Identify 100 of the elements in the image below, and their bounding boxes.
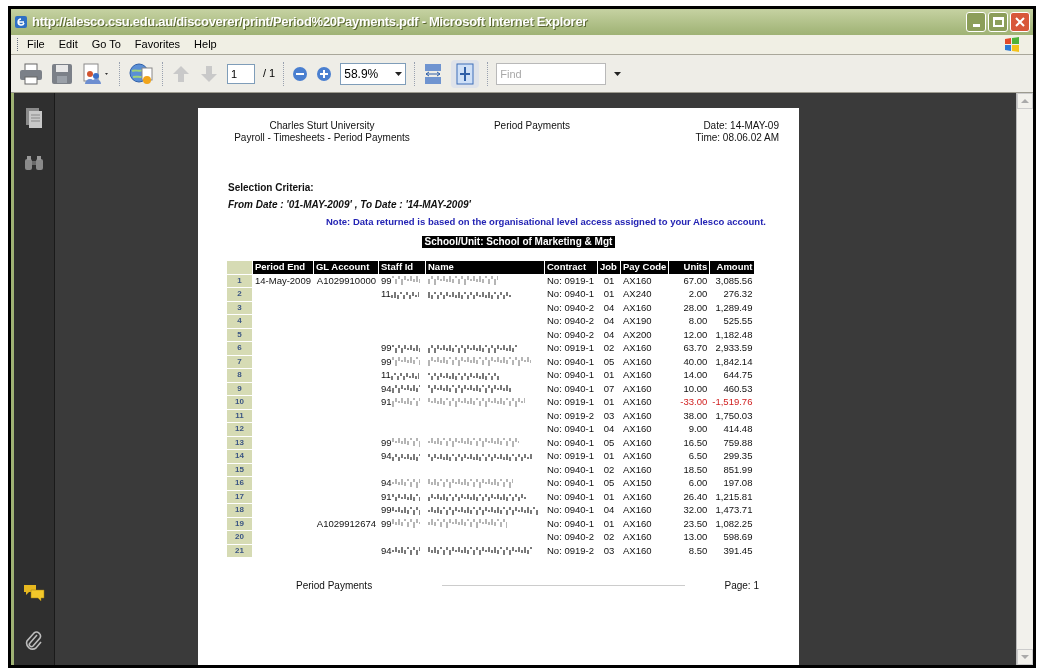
table-cell-text: AX160 [622, 274, 653, 287]
minimize-button[interactable] [966, 12, 986, 32]
table-cell-text: No: 0940-1 [546, 355, 595, 368]
table-cell-text: AX160 [622, 544, 653, 557]
redaction-blur [391, 344, 420, 353]
table-cell-text: 3,085.56 [714, 274, 754, 287]
table-cell-text: 8.00 [687, 315, 709, 328]
save-icon[interactable] [51, 62, 73, 85]
table-cell-text: 01 [602, 450, 616, 463]
caret-icon[interactable] [395, 71, 403, 76]
table-cell-text: No: 0940-2 [546, 315, 595, 328]
staff-id-text: 99 [381, 342, 392, 353]
table-cell-text: 1,215.81 [714, 490, 754, 503]
caret-icon[interactable] [614, 71, 622, 76]
staff-id-text: 99 [381, 436, 392, 448]
page-count: / 1 [263, 66, 276, 82]
table-cell-text: 1,842.14 [714, 355, 754, 368]
table-cell-text: AX160 [622, 490, 653, 503]
table-cell-text: 276.32 [722, 288, 754, 301]
page-label: Page: 1 [724, 579, 759, 593]
table-cell-text: AX160 [622, 504, 653, 517]
close-icon [1014, 16, 1026, 28]
table-cell-text: AX160 [622, 436, 653, 449]
table-cell-text: 40.00 [682, 355, 709, 368]
row-number: 12 [227, 423, 252, 436]
table-cell-text: No: 0919-2 [546, 544, 595, 557]
binoculars-icon[interactable] [24, 155, 44, 171]
table-cell-text: 04 [602, 423, 616, 436]
page-number-field[interactable]: 1 [227, 63, 255, 84]
close-button[interactable] [1010, 12, 1030, 32]
table-cell-text: No: 0940-1 [546, 423, 595, 436]
table-cell-text: 03 [602, 544, 616, 557]
paperclip-icon[interactable] [25, 629, 43, 651]
staff-id-text: 94 [381, 450, 392, 461]
column-header: Period End [253, 261, 313, 274]
staff-id-text: 11 [381, 369, 391, 380]
row-number: 19 [227, 517, 252, 530]
table-cell-text: 197.08 [722, 477, 754, 490]
scrollbar[interactable] [1016, 93, 1033, 665]
row-number: 11 [227, 409, 252, 422]
table-cell-text: 01 [602, 369, 616, 382]
table-cell-text: 851.99 [722, 463, 754, 476]
column-header: Amount [710, 261, 755, 274]
zoom-in-icon[interactable] [316, 65, 333, 82]
scroll-down-icon[interactable] [1021, 654, 1029, 660]
staff-id-text: 99 [381, 274, 392, 286]
criteria-label: Selection Criteria: [228, 182, 314, 194]
staff-id-text: 99 [381, 355, 392, 367]
find-field[interactable]: Find [496, 62, 607, 85]
table-cell-text: AX160 [622, 355, 653, 368]
windows-logo-icon [1003, 36, 1021, 53]
row-number: 13 [227, 436, 252, 449]
fit-page-icon[interactable] [451, 59, 480, 88]
zoom-field[interactable]: 58.9% [340, 62, 407, 85]
table-cell-text: 04 [602, 328, 616, 341]
people-icon[interactable] [81, 62, 111, 85]
maximize-button[interactable] [988, 12, 1008, 32]
menu-item[interactable]: File [27, 36, 45, 53]
row-number: 2 [227, 288, 252, 301]
table-cell-text: No: 0940-1 [546, 369, 595, 382]
table-cell-text: 414.48 [722, 423, 754, 436]
table-cell-text: No: 0940-1 [546, 288, 595, 301]
row-number: 14 [227, 450, 252, 463]
staff-id-text: 94 [381, 382, 392, 394]
column-header: Name [426, 261, 544, 274]
fit-width-icon[interactable] [423, 62, 444, 85]
print-icon[interactable] [19, 62, 43, 85]
comments-icon[interactable] [23, 583, 45, 603]
table-cell-text: 13.00 [682, 531, 709, 544]
row-number: 3 [227, 301, 252, 314]
table-cell-text: 05 [602, 436, 616, 449]
table-cell-text: AX160 [622, 342, 653, 355]
school-unit-label: School/Unit: School of Marketing & Mgt [421, 236, 616, 248]
table-cell-text: AX240 [622, 288, 653, 301]
table-cell-text: 14-May-2009 [254, 274, 312, 287]
column-header: Job [598, 261, 620, 274]
menu-item[interactable]: Favorites [134, 36, 181, 53]
table-cell-text: 02 [602, 342, 616, 355]
menu-item[interactable]: Edit [58, 36, 78, 53]
table-cell-text: 02 [602, 463, 616, 476]
table-cell-text: 03 [602, 409, 616, 422]
table-cell-text: 14.00 [682, 369, 709, 382]
row-number: 4 [227, 315, 252, 328]
zoom-out-icon[interactable] [292, 65, 309, 82]
menu-item[interactable]: Help [194, 36, 217, 53]
staff-id-text: 91 [381, 490, 392, 502]
table-cell-text: 05 [602, 477, 616, 490]
table-cell-text: AX160 [622, 450, 653, 463]
menu-item[interactable]: Go To [91, 36, 121, 53]
staff-id-text: 99 [381, 517, 392, 529]
pages-icon[interactable] [25, 107, 43, 129]
report-org: Charles Sturt University [269, 120, 375, 132]
redaction-blur [391, 438, 420, 448]
table-cell-text: No: 0940-2 [546, 301, 595, 314]
scroll-up-icon[interactable] [1021, 98, 1029, 104]
globe-icon[interactable] [128, 61, 154, 86]
table-cell-text: No: 0919-1 [546, 396, 595, 409]
table-cell-text: 644.75 [722, 369, 754, 382]
column-header: Contract [545, 261, 597, 274]
table-cell-text: No: 0919-1 [546, 274, 595, 287]
